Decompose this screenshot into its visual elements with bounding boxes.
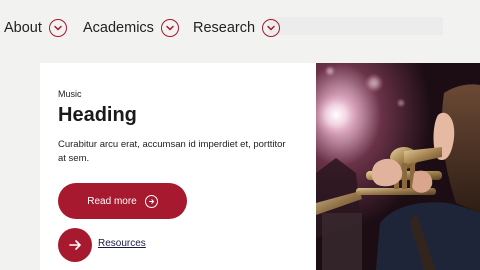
- nav-item-label[interactable]: Academics: [83, 20, 154, 36]
- read-more-button[interactable]: Read more: [58, 183, 187, 219]
- card-eyebrow: Music: [58, 89, 82, 99]
- chevron-down-icon[interactable]: [160, 19, 179, 37]
- nav-item-label[interactable]: About: [4, 20, 42, 36]
- arrow-right-circle-icon: [144, 194, 158, 208]
- chevron-down-icon[interactable]: [48, 19, 67, 37]
- trumpet-player-photo: [316, 63, 480, 270]
- nav-item-academics[interactable]: Academics: [83, 17, 179, 39]
- nav-item-research[interactable]: Research: [193, 17, 281, 39]
- nav-item-about[interactable]: About: [4, 17, 67, 39]
- card-heading: Heading: [58, 104, 137, 126]
- nav-bar-background: [268, 17, 443, 35]
- content-card: Music Heading Curabitur arcu erat, accum…: [40, 63, 316, 270]
- resources-link[interactable]: Resources: [98, 238, 146, 249]
- trumpet-player-illustration: [316, 63, 480, 270]
- nav-item-label[interactable]: Research: [193, 20, 255, 36]
- arrow-right-icon: [69, 240, 81, 250]
- chevron-down-icon[interactable]: [262, 19, 281, 37]
- resources-arrow-button[interactable]: [58, 228, 92, 262]
- read-more-label: Read more: [87, 195, 137, 207]
- card-body-text: Curabitur arcu erat, accumsan id imperdi…: [58, 139, 286, 164]
